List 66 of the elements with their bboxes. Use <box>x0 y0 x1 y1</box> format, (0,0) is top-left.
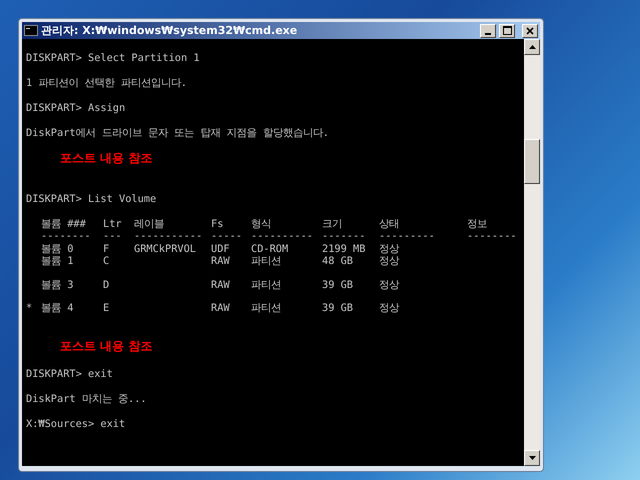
table-cell-text: 정상 <box>379 302 400 314</box>
console-line: DISKPART> exit <box>26 368 114 380</box>
console-line: X:₩Sources> exit <box>26 418 126 430</box>
column-header: 크기 <box>322 218 343 230</box>
scrollbar[interactable] <box>524 39 540 466</box>
column-header: 레이블 <box>134 218 165 230</box>
table-cell-text: 파티션 <box>251 255 282 268</box>
table-cell-text: UDF <box>211 242 231 255</box>
column-rule: -------- <box>41 230 92 242</box>
up-arrow-icon <box>528 45 536 49</box>
table-cell-text: CD-ROM <box>251 242 290 255</box>
console-line: DiskPart에서 드라이브 문자 또는 탑재 지점을 할당했습니다. <box>26 126 330 139</box>
table-cell-text: D <box>103 278 110 291</box>
table-cell-text: 48 GB <box>322 255 354 268</box>
column-header: 볼륨 ### <box>41 218 87 230</box>
column-rule: ---------- <box>251 230 314 242</box>
column-rule: -------- <box>467 230 518 242</box>
table-cell-text: GRMCkPRVOL <box>134 242 197 255</box>
close-icon <box>526 26 534 34</box>
close-button[interactable] <box>522 24 538 38</box>
table-cell-text: 정상 <box>379 242 400 255</box>
console-icon <box>24 25 38 36</box>
scroll-up-button[interactable] <box>524 39 540 55</box>
table-cell-text: 볼륨 0 <box>41 242 74 255</box>
annotation-text: 포스트 내용 참조 <box>59 152 154 166</box>
table-cell-text: 39 GB <box>322 278 354 291</box>
scroll-down-button[interactable] <box>524 450 540 466</box>
annotation-text: 포스트 내용 참조 <box>59 340 154 354</box>
column-header: Fs <box>211 218 224 230</box>
console-line: DISKPART> Select Partition 1 <box>26 52 201 64</box>
table-cell-text: 39 GB <box>322 302 354 314</box>
table-cell-text: 볼륨 4 <box>41 302 74 314</box>
table-cell-text: RAW <box>211 255 231 268</box>
table-cell-text: C <box>103 255 110 268</box>
console-line: 1 파티션이 선택한 파티션입니다. <box>26 76 188 89</box>
down-arrow-icon <box>528 456 536 460</box>
table-cell-text: 파티션 <box>251 302 282 314</box>
console-line: DISKPART> Assign <box>26 102 126 114</box>
column-header: 상태 <box>379 218 400 230</box>
table-cell-text: 볼륨 1 <box>41 255 74 268</box>
scroll-thumb[interactable] <box>524 139 540 184</box>
table-cell-text: 볼륨 3 <box>41 278 74 291</box>
table-cell-text: E <box>103 302 110 314</box>
column-rule: ----------- <box>134 230 204 242</box>
table-cell-text: 정상 <box>379 255 400 268</box>
maximize-button[interactable] <box>499 24 515 38</box>
column-rule: ------- <box>322 230 366 242</box>
column-header: 형식 <box>251 218 272 230</box>
console-line: DiskPart 마치는 중... <box>26 393 148 406</box>
maximize-icon <box>502 26 512 35</box>
table-cell-text: 2199 MB <box>322 242 366 255</box>
window-title: 관리자: X:₩windows₩system32₩cmd.exe <box>41 23 298 38</box>
console-line: DISKPART> List Volume <box>26 192 158 205</box>
table-cell-text: 정상 <box>379 278 400 291</box>
table-cell-text: RAW <box>211 302 231 314</box>
table-cell-text: RAW <box>211 278 231 291</box>
minimize-icon <box>485 32 491 34</box>
table-cell-text: 파티션 <box>251 278 282 291</box>
column-header: Ltr <box>103 218 123 230</box>
column-header: 정보 <box>467 218 488 230</box>
selected-marker: * <box>26 302 34 314</box>
minimize-button[interactable] <box>480 24 496 38</box>
column-rule: ----- <box>211 230 243 242</box>
table-cell-text: F <box>103 242 110 255</box>
column-rule: --------- <box>379 230 436 242</box>
column-rule: --- <box>103 230 123 242</box>
